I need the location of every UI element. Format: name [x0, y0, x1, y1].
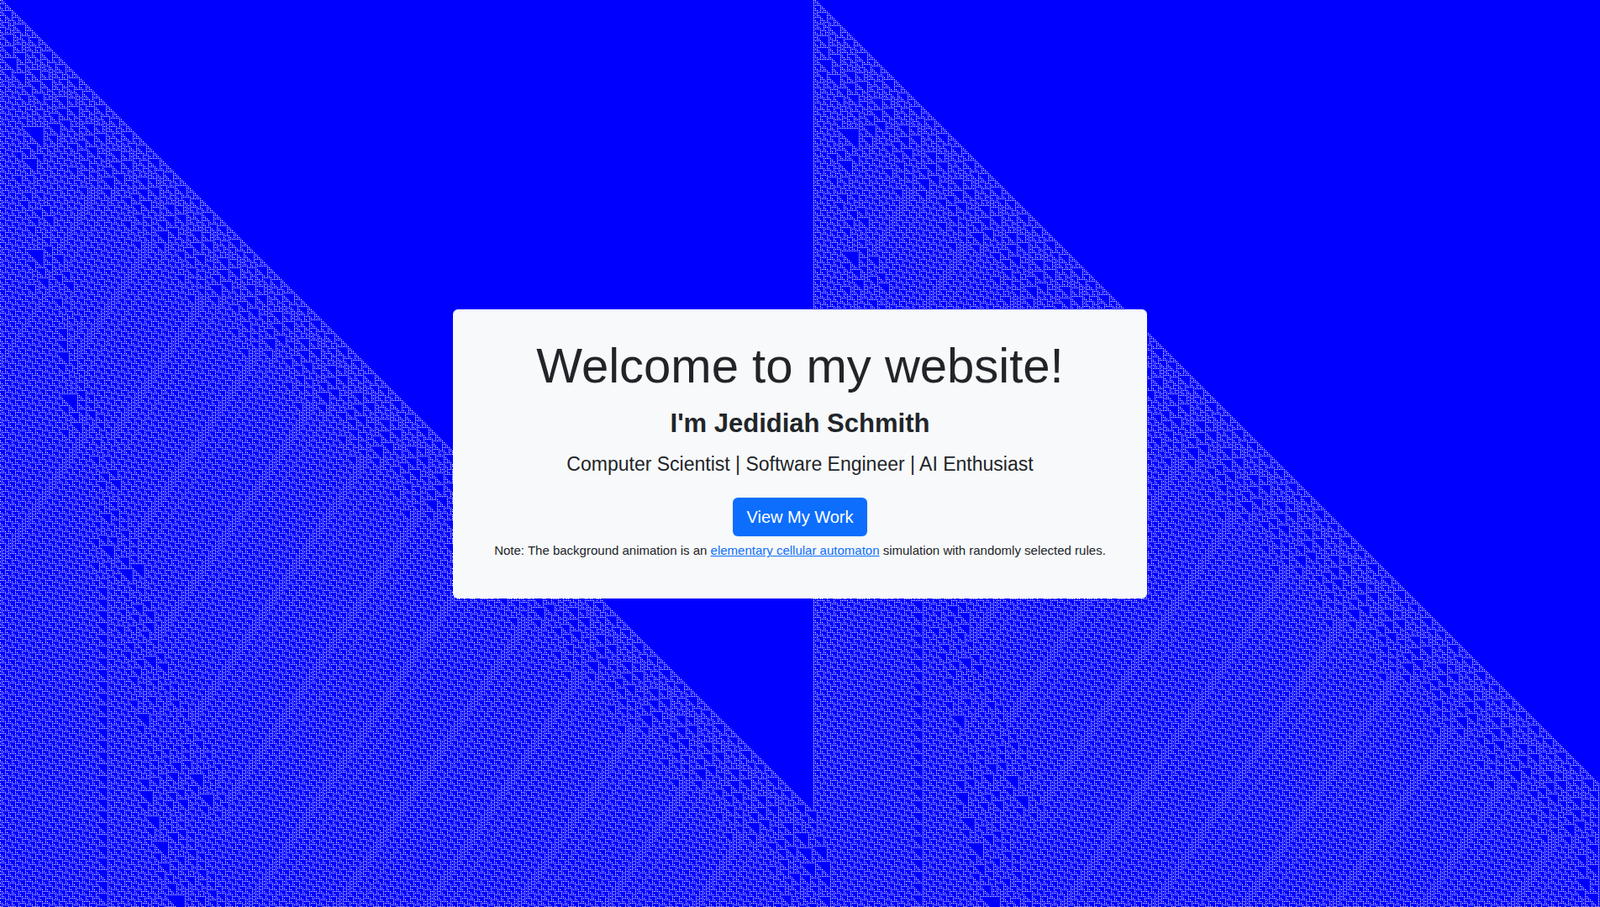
welcome-heading: Welcome to my website! [536, 336, 1064, 395]
name-heading: I'm Jedidiah Schmith [670, 407, 931, 439]
subtitle: Computer Scientist | Software Engineer |… [566, 452, 1033, 478]
welcome-card: Welcome to my website! I'm Jedidiah Schm… [452, 309, 1148, 599]
note-text: Note: The background animation is an [494, 542, 711, 558]
page: Welcome to my website! I'm Jedidiah Schm… [0, 0, 1600, 907]
hero: Welcome to my website! I'm Jedidiah Schm… [0, 0, 1600, 907]
note-text: simulation with randomly selected rules. [879, 542, 1106, 558]
automaton-link[interactable]: elementary cellular automaton [710, 542, 880, 558]
note: Note: The background animation is an ele… [494, 541, 1106, 559]
view-work-button[interactable]: View My Work [732, 497, 867, 537]
